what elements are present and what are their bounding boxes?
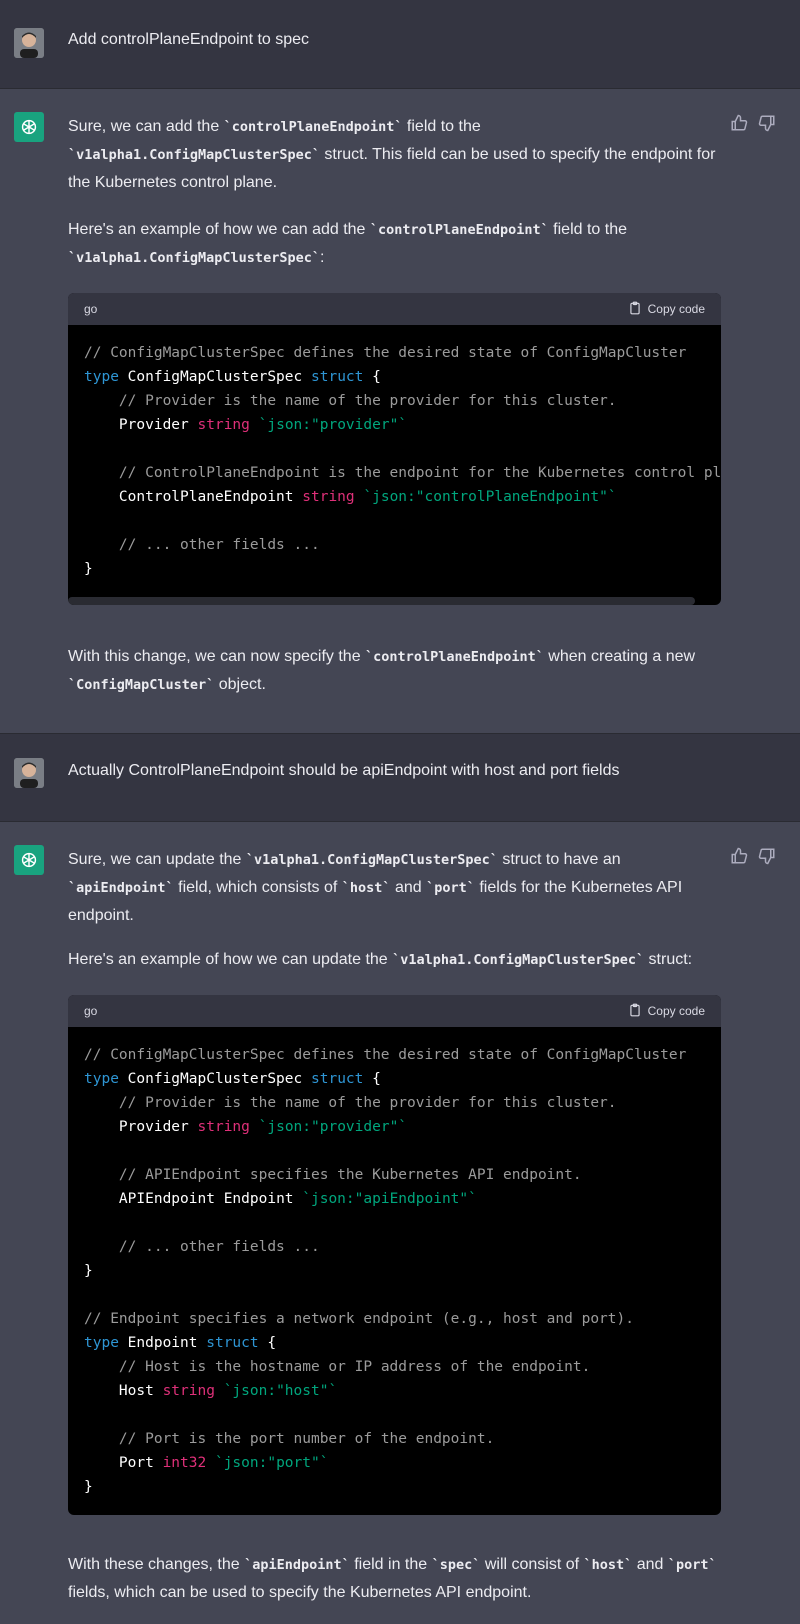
assistant-message-2: Sure, we can update the `v1alpha1.Config… (0, 821, 800, 1624)
inline-code: `port` (426, 880, 475, 896)
code-block: go Copy code // ConfigMapClusterSpec def… (68, 293, 721, 605)
copy-code-button[interactable]: Copy code (628, 1003, 705, 1020)
user-message-1: Add controlPlaneEndpoint to spec (0, 0, 800, 88)
code-content: // ConfigMapClusterSpec defines the desi… (84, 345, 721, 577)
clipboard-icon (628, 1003, 642, 1020)
inline-code: `v1alpha1.ConfigMapClusterSpec` (68, 250, 320, 266)
inline-code: `controlPlaneEndpoint` (365, 649, 544, 665)
feedback-buttons (730, 847, 778, 867)
inline-code: `controlPlaneEndpoint` (223, 119, 403, 135)
assistant-paragraph: Sure, we can update the `v1alpha1.Config… (68, 851, 683, 924)
inline-code: `v1alpha1.ConfigMapClusterSpec` (392, 952, 645, 968)
code-block-header: go Copy code (68, 995, 721, 1027)
inline-code: `apiEndpoint` (244, 1557, 350, 1573)
code-language-label: go (84, 302, 98, 316)
inline-code: `spec` (431, 1557, 481, 1573)
assistant-paragraph: With these changes, the `apiEndpoint` fi… (68, 1556, 717, 1601)
assistant-paragraph: Here's an example of how we can update t… (68, 951, 693, 968)
inline-code: `host` (341, 880, 391, 896)
assistant-message-1: Sure, we can add the `controlPlaneEndpoi… (0, 88, 800, 733)
thumbs-down-icon[interactable] (758, 114, 778, 134)
user-message-text: Actually ControlPlaneEndpoint should be … (68, 762, 620, 779)
feedback-buttons (730, 114, 778, 134)
user-avatar (14, 758, 44, 788)
thumbs-up-icon[interactable] (730, 847, 750, 867)
code-block: go Copy code // ConfigMapClusterSpec def… (68, 995, 721, 1515)
chatgpt-logo-icon (14, 112, 44, 142)
user-message-text: Add controlPlaneEndpoint to spec (68, 31, 310, 48)
user-message-2: Actually ControlPlaneEndpoint should be … (0, 733, 800, 821)
assistant-paragraph: Sure, we can add the `controlPlaneEndpoi… (68, 118, 716, 191)
thumbs-down-icon[interactable] (758, 847, 778, 867)
inline-code: `controlPlaneEndpoint` (369, 222, 549, 238)
inline-code: `port` (667, 1557, 717, 1573)
assistant-paragraph: With this change, we can now specify the… (68, 648, 696, 693)
inline-code: `ConfigMapCluster` (68, 677, 215, 693)
code-language-label: go (84, 1004, 98, 1018)
chatgpt-logo-icon (14, 845, 44, 875)
inline-code: `v1alpha1.ConfigMapClusterSpec` (68, 147, 320, 163)
clipboard-icon (628, 301, 642, 318)
thumbs-up-icon[interactable] (730, 114, 750, 134)
user-avatar (14, 28, 44, 58)
code-block-header: go Copy code (68, 293, 721, 325)
inline-code: `host` (583, 1557, 633, 1573)
assistant-paragraph: Here's an example of how we can add the … (68, 221, 627, 266)
horizontal-scrollbar[interactable] (68, 597, 695, 605)
copy-code-button[interactable]: Copy code (628, 301, 705, 318)
inline-code: `v1alpha1.ConfigMapClusterSpec` (245, 852, 498, 868)
inline-code: `apiEndpoint` (68, 880, 174, 896)
code-content: // ConfigMapClusterSpec defines the desi… (84, 1047, 687, 1495)
